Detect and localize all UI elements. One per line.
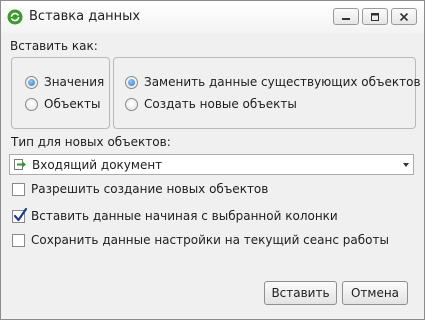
close-button[interactable]: [391, 8, 417, 25]
checkbox-box[interactable]: [12, 233, 25, 247]
refresh-app-icon: [7, 9, 23, 25]
radio-label: Создать новые объекты: [144, 97, 297, 111]
maximize-button[interactable]: [362, 8, 388, 25]
object-type-value: Входящий документ: [32, 158, 163, 172]
checkbox-paste-from-column[interactable]: Вставить данные начиная с выбранной коло…: [12, 207, 338, 223]
radio-button[interactable]: [25, 97, 38, 111]
radio-label: Заменить данные существующих объектов: [144, 75, 421, 89]
cancel-button[interactable]: Отмена: [342, 281, 408, 305]
checkbox-label: Разрешить создание новых объектов: [31, 182, 269, 196]
checkbox-save-session[interactable]: Сохранить данные настройки на текущий се…: [12, 233, 389, 247]
checkbox-box[interactable]: [12, 182, 25, 196]
radio-label: Значения: [44, 75, 105, 89]
object-type-select[interactable]: Входящий документ: [9, 154, 414, 175]
object-type-label: Тип для новых объектов:: [11, 135, 171, 149]
radio-button[interactable]: [125, 97, 138, 111]
paste-target-group: Заменить данные существующих объектов Со…: [113, 57, 421, 129]
maximize-icon: [371, 12, 379, 21]
minimize-button[interactable]: [333, 8, 359, 25]
minimize-icon: [342, 17, 350, 20]
paste-data-dialog: Вставка данных Вставить как: Значения Об…: [0, 0, 425, 320]
radio-values[interactable]: Значения: [25, 75, 104, 89]
radio-button[interactable]: [25, 75, 38, 89]
paste-mode-group: Значения Объекты: [11, 57, 110, 129]
window-title: Вставка данных: [29, 9, 141, 24]
radio-create-new[interactable]: Создать новые объекты: [125, 97, 297, 111]
radio-button[interactable]: [125, 75, 138, 89]
title-bar[interactable]: Вставка данных: [1, 1, 424, 33]
chevron-down-icon[interactable]: [403, 163, 409, 167]
radio-label: Объекты: [44, 97, 101, 111]
checkbox-box[interactable]: [12, 207, 28, 223]
paste-button[interactable]: Вставить: [264, 281, 337, 305]
dialog-body: Вставить как: Значения Объекты Заменить …: [1, 33, 424, 319]
checkbox-label: Вставить данные начиная с выбранной коло…: [31, 209, 338, 223]
window-controls: [333, 8, 417, 25]
radio-objects[interactable]: Объекты: [25, 97, 100, 111]
checkbox-label: Сохранить данные настройки на текущий се…: [31, 233, 389, 247]
checkmark-icon: [13, 207, 28, 221]
close-icon: [399, 12, 409, 21]
radio-replace-existing[interactable]: Заменить данные существующих объектов: [125, 75, 421, 89]
checkbox-allow-create[interactable]: Разрешить создание новых объектов: [12, 182, 268, 196]
incoming-document-icon: [14, 159, 27, 173]
paste-as-label: Вставить как:: [10, 39, 98, 53]
